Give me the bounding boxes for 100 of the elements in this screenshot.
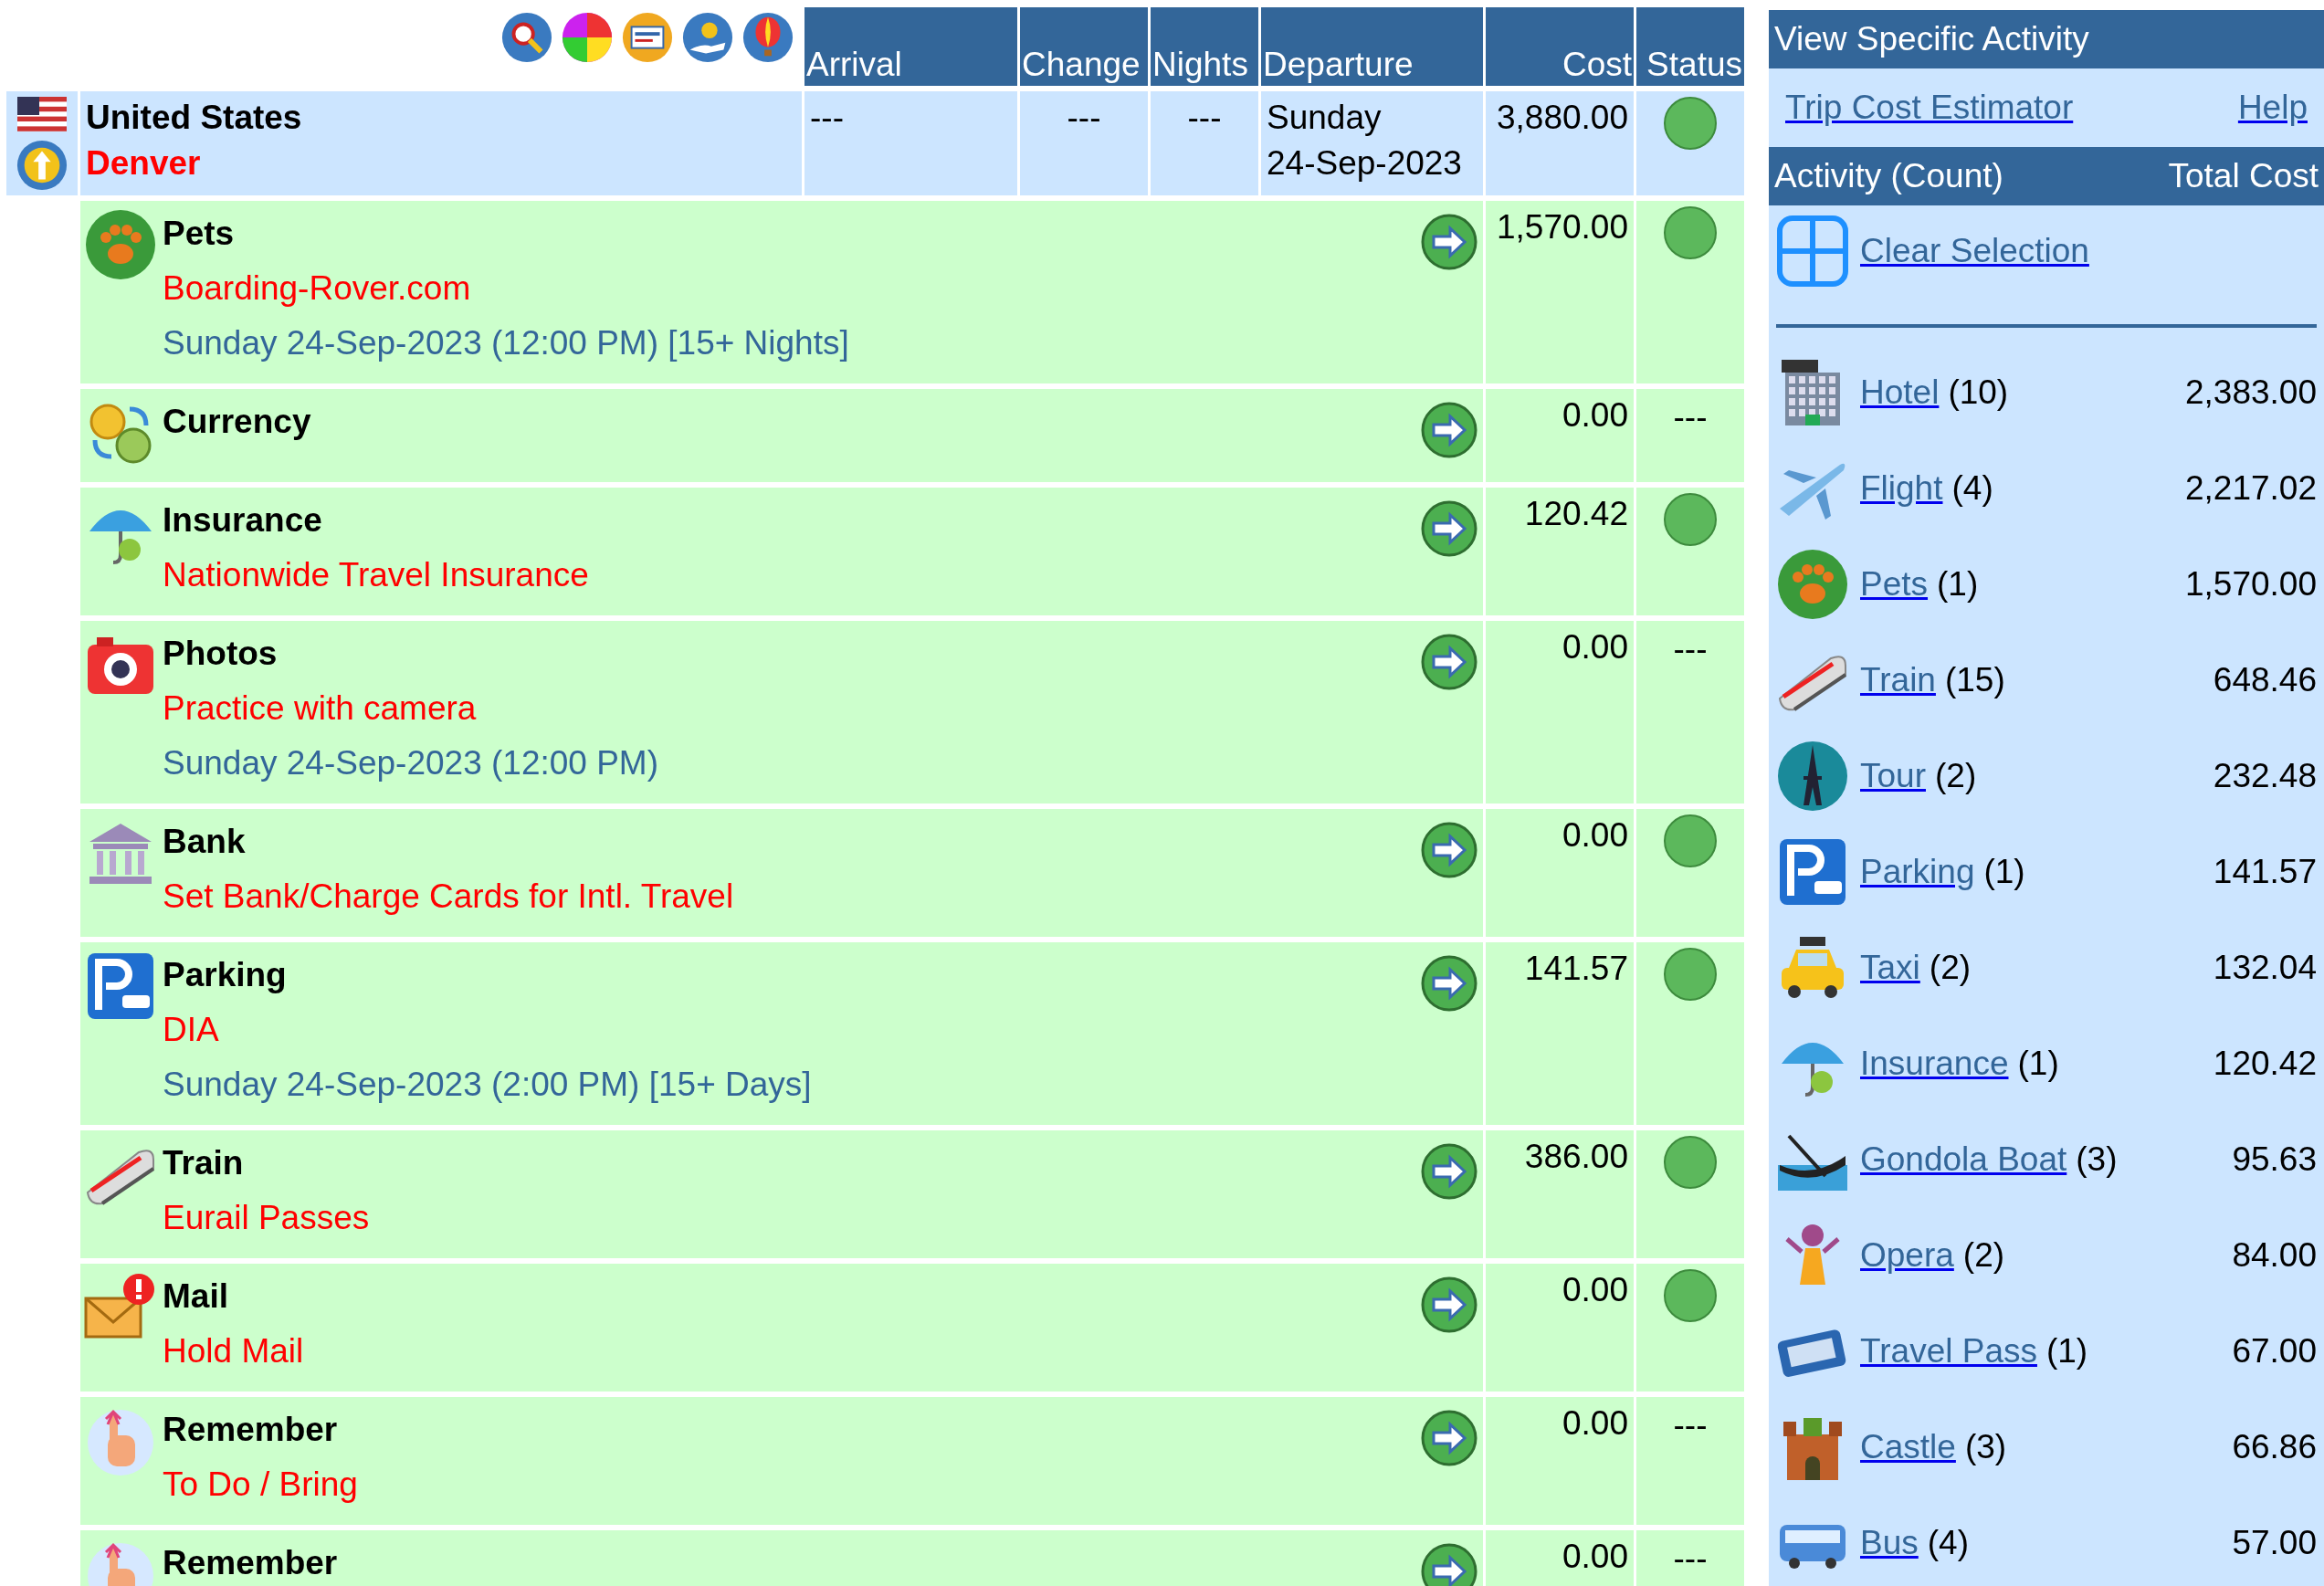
activity-provider: Practice with camera bbox=[163, 688, 478, 729]
total-cost: 120.42 bbox=[2213, 1044, 2317, 1083]
status-text: --- bbox=[1673, 629, 1708, 669]
activity-title: Remember bbox=[163, 1410, 339, 1450]
activity-title: Currency bbox=[163, 402, 312, 442]
activity-count: (4) bbox=[1927, 1523, 1969, 1562]
activity-count: (4) bbox=[1951, 468, 1993, 508]
activity-count: (1) bbox=[1983, 852, 2025, 891]
color-wheel-icon[interactable] bbox=[561, 11, 614, 64]
activity-provider: Boarding-Rover.com bbox=[163, 268, 472, 309]
activity-link[interactable]: Pets bbox=[1860, 564, 1929, 604]
cost-value: 1,570.00 bbox=[1496, 208, 1628, 246]
cost-value: 3,880.00 bbox=[1496, 99, 1628, 136]
total-cost: 84.00 bbox=[2232, 1235, 2317, 1275]
cost-value: 0.00 bbox=[1562, 1538, 1628, 1575]
activity-link[interactable]: Parking bbox=[1860, 852, 1975, 891]
activity-link[interactable]: Taxi bbox=[1860, 948, 1920, 987]
nights-value: --- bbox=[1187, 99, 1222, 136]
departure-date: Sunday 24-Sep-2023 bbox=[1267, 99, 1462, 182]
status-text: --- bbox=[1673, 1405, 1708, 1445]
activity-title: Bank bbox=[163, 822, 247, 862]
activity-title: Pets bbox=[163, 214, 236, 254]
search-icon[interactable] bbox=[500, 11, 553, 64]
activity-link[interactable]: Travel Pass bbox=[1860, 1331, 2037, 1371]
activity-count: (1) bbox=[1937, 564, 1979, 604]
arrow-button[interactable] bbox=[1421, 214, 1477, 270]
cost-value: 0.00 bbox=[1562, 396, 1628, 434]
activity-link[interactable]: Flight bbox=[1860, 468, 1943, 508]
activity-count: (2) bbox=[1962, 1235, 2005, 1275]
activity-provider: To Do / Bring bbox=[163, 1465, 359, 1505]
column-header: Cost bbox=[1486, 7, 1634, 86]
activity-title: Photos bbox=[163, 634, 279, 674]
arrow-button[interactable] bbox=[1421, 822, 1477, 878]
activity-link[interactable]: Gondola Boat bbox=[1860, 1140, 2067, 1179]
activity-count: (1) bbox=[2017, 1044, 2059, 1083]
arrow-button[interactable] bbox=[1421, 955, 1477, 1012]
activity-count: (2) bbox=[1929, 948, 1972, 987]
column-header: Change bbox=[1020, 7, 1148, 86]
cost-value: 0.00 bbox=[1562, 1271, 1628, 1308]
activity-count: (10) bbox=[1948, 373, 2009, 412]
arrow-button[interactable] bbox=[1421, 500, 1477, 557]
column-header: Activity (Count) bbox=[1774, 156, 2003, 196]
activity-count: (15) bbox=[1944, 660, 2005, 699]
activity-link[interactable]: Bus bbox=[1860, 1523, 1919, 1562]
activity-link[interactable]: Train bbox=[1860, 660, 1936, 699]
hot-air-balloon-icon[interactable] bbox=[741, 11, 794, 64]
activity-title: Train bbox=[163, 1143, 245, 1183]
activity-provider: DIA bbox=[163, 1010, 220, 1050]
panel-title: View Specific Activity bbox=[1774, 19, 2089, 59]
total-cost: 1,570.00 bbox=[2184, 564, 2317, 604]
paw-icon bbox=[1776, 547, 1849, 621]
column-header: Total Cost bbox=[2168, 156, 2319, 196]
clear-selection-link[interactable]: Clear Selection bbox=[1860, 232, 2089, 270]
column-header: Nights bbox=[1151, 7, 1258, 86]
arrow-button[interactable] bbox=[1421, 1143, 1477, 1200]
activity-count: (1) bbox=[2045, 1331, 2088, 1371]
arrow-button[interactable] bbox=[1421, 402, 1477, 458]
activity-date: Sunday 24-Sep-2023 (12:00 PM) [15+ Nights] bbox=[163, 323, 850, 363]
activity-provider: Hold Mail bbox=[163, 1331, 305, 1371]
activity-link[interactable]: Opera bbox=[1860, 1235, 1954, 1275]
link[interactable]: Help bbox=[2237, 68, 2308, 147]
arrow-button[interactable] bbox=[1421, 634, 1477, 690]
activity-count: (3) bbox=[1964, 1427, 2007, 1466]
eiffel-tower-icon bbox=[1776, 739, 1849, 813]
activity-count: (2) bbox=[1935, 756, 1977, 795]
total-cost: 95.63 bbox=[2232, 1140, 2317, 1179]
activity-provider: Eurail Passes bbox=[163, 1198, 371, 1238]
activity-link[interactable]: Tour bbox=[1860, 756, 1926, 795]
activity-title: Insurance bbox=[163, 500, 323, 541]
activity-title: Parking bbox=[163, 955, 288, 995]
status-text: --- bbox=[1673, 1539, 1708, 1579]
cost-value: 386.00 bbox=[1524, 1138, 1628, 1175]
arrow-button[interactable] bbox=[1421, 1410, 1477, 1466]
total-cost: 232.48 bbox=[2213, 756, 2317, 795]
total-cost: 132.04 bbox=[2213, 948, 2317, 987]
country-name: United States bbox=[86, 98, 303, 138]
cost-value: 0.00 bbox=[1562, 628, 1628, 666]
card-icon[interactable] bbox=[621, 11, 674, 64]
paw-icon bbox=[84, 208, 157, 281]
column-header: Departure bbox=[1261, 7, 1483, 86]
cost-value: 141.57 bbox=[1524, 950, 1628, 987]
activity-provider: Nationwide Travel Insurance bbox=[163, 555, 590, 595]
flag-icon bbox=[17, 97, 67, 131]
activity-provider: Set Bank/Charge Cards for Intl. Travel bbox=[163, 877, 735, 917]
activity-link[interactable]: Insurance bbox=[1860, 1044, 2009, 1083]
activity-title: Mail bbox=[163, 1276, 229, 1317]
arrow-button[interactable] bbox=[1421, 1543, 1477, 1586]
total-cost: 67.00 bbox=[2232, 1331, 2317, 1371]
link[interactable]: Trip Cost Estimator bbox=[1785, 68, 2074, 147]
total-cost: 2,217.02 bbox=[2184, 468, 2317, 508]
total-cost: 66.86 bbox=[2232, 1427, 2317, 1466]
grid-icon bbox=[1776, 215, 1849, 288]
activity-link[interactable]: Castle bbox=[1860, 1427, 1956, 1466]
arrival-value: --- bbox=[810, 99, 844, 136]
total-cost: 57.00 bbox=[2232, 1523, 2317, 1562]
total-cost: 2,383.00 bbox=[2184, 373, 2317, 412]
activity-date: Sunday 24-Sep-2023 (2:00 PM) [15+ Days] bbox=[163, 1065, 813, 1105]
activity-link[interactable]: Hotel bbox=[1860, 373, 1940, 412]
arrow-button[interactable] bbox=[1421, 1276, 1477, 1333]
column-header: Arrival bbox=[804, 7, 1017, 86]
